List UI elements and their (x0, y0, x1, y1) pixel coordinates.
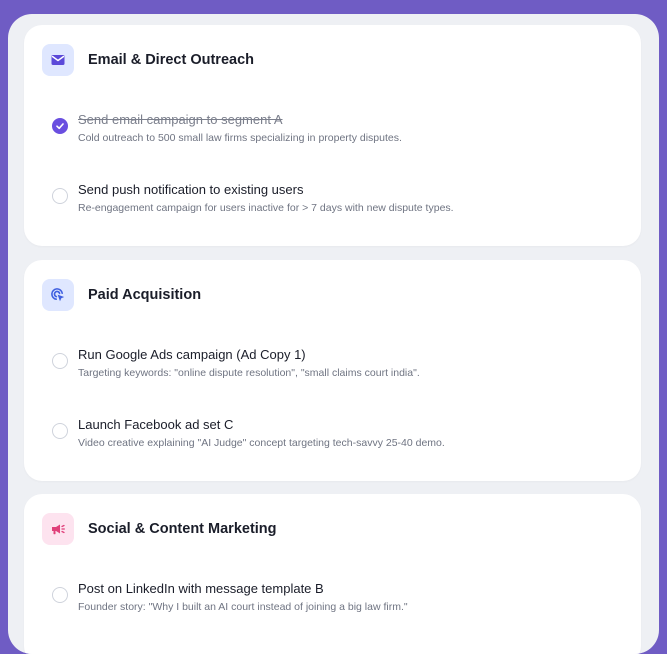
task-board: Email & Direct Outreach Send email campa… (8, 14, 659, 654)
task-item[interactable]: Post on LinkedIn with message template B… (52, 580, 408, 615)
task-checkbox[interactable] (52, 188, 68, 204)
section-title: Email & Direct Outreach (88, 52, 254, 68)
task-title: Send email campaign to segment A (78, 112, 283, 127)
task-title: Launch Facebook ad set C (78, 417, 234, 432)
section-paid-acquisition: Paid Acquisition Run Google Ads campaign… (24, 260, 641, 481)
task-description: Cold outreach to 500 small law firms spe… (78, 132, 402, 144)
task-description: Targeting keywords: "online dispute reso… (78, 367, 420, 379)
task-title: Run Google Ads campaign (Ad Copy 1) (78, 347, 306, 362)
envelope-icon (51, 55, 65, 65)
section-header: Paid Acquisition (42, 279, 201, 311)
section-title: Social & Content Marketing (88, 521, 277, 537)
task-description: Re-engagement campaign for users inactiv… (78, 202, 454, 214)
check-icon (56, 123, 64, 130)
task-item[interactable]: Run Google Ads campaign (Ad Copy 1) Targ… (52, 346, 420, 381)
section-header: Social & Content Marketing (42, 513, 277, 545)
task-checkbox[interactable] (52, 587, 68, 603)
task-title: Send push notification to existing users (78, 182, 304, 197)
section-social-content: Social & Content Marketing Post on Linke… (24, 494, 641, 654)
section-header: Email & Direct Outreach (42, 44, 254, 76)
cursor-click-icon-tile (42, 279, 74, 311)
task-item[interactable]: Send push notification to existing users… (52, 181, 454, 216)
task-description: Founder story: "Why I built an AI court … (78, 601, 408, 613)
task-item[interactable]: Launch Facebook ad set C Video creative … (52, 416, 445, 451)
task-description: Video creative explaining "AI Judge" con… (78, 437, 445, 449)
cursor-click-icon (51, 288, 65, 302)
envelope-icon-tile (42, 44, 74, 76)
section-email-outreach: Email & Direct Outreach Send email campa… (24, 25, 641, 246)
task-checkbox-checked[interactable] (52, 118, 68, 134)
task-title: Post on LinkedIn with message template B (78, 581, 324, 596)
task-checkbox[interactable] (52, 423, 68, 439)
task-checkbox[interactable] (52, 353, 68, 369)
megaphone-icon-tile (42, 513, 74, 545)
task-item[interactable]: Send email campaign to segment A Cold ou… (52, 111, 402, 146)
section-title: Paid Acquisition (88, 287, 202, 303)
megaphone-icon (52, 524, 65, 535)
